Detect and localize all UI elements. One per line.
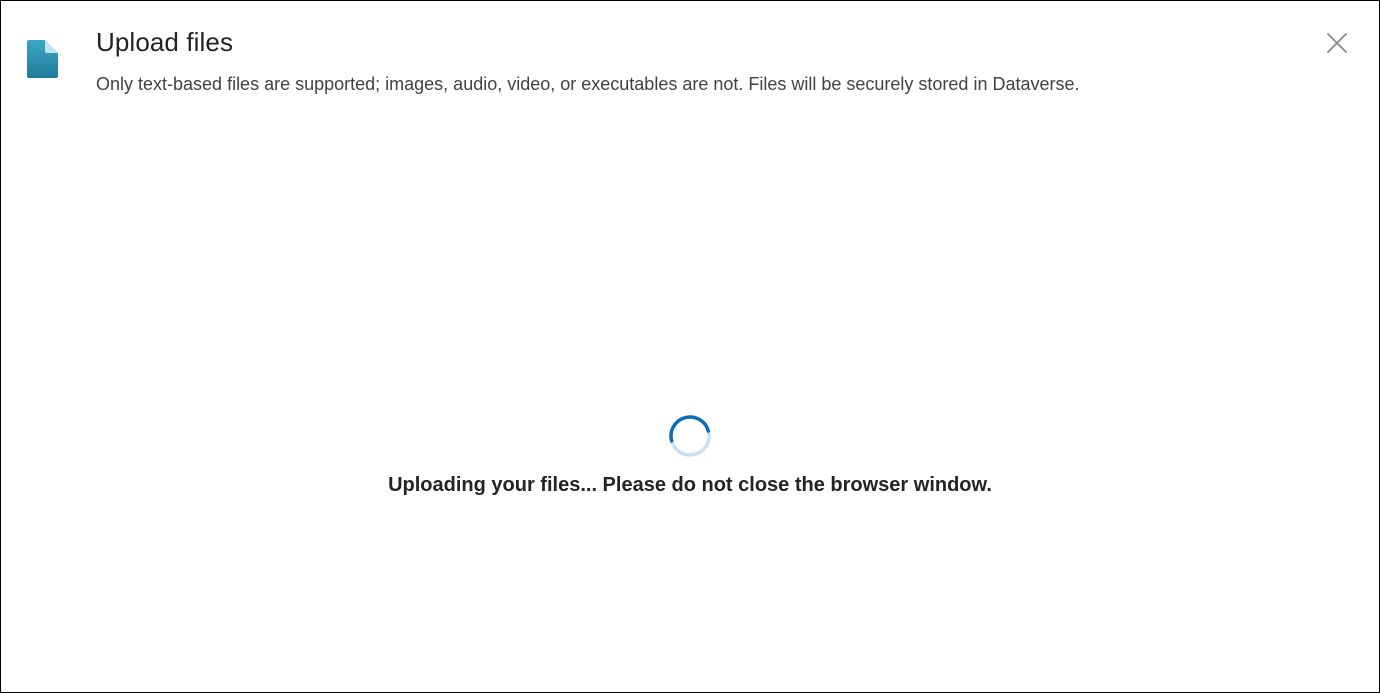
close-button[interactable] xyxy=(1323,29,1351,57)
upload-files-dialog: Upload files Only text-based files are s… xyxy=(0,0,1380,693)
dialog-description: Only text-based files are supported; ima… xyxy=(96,74,1080,94)
document-icon xyxy=(25,39,59,79)
spinner-icon xyxy=(668,414,712,458)
dialog-title: Upload files xyxy=(96,27,234,57)
upload-progress: Uploading your files... Please do not cl… xyxy=(1,414,1379,498)
close-icon xyxy=(1323,29,1351,57)
upload-status-message: Uploading your files... Please do not cl… xyxy=(388,474,992,496)
